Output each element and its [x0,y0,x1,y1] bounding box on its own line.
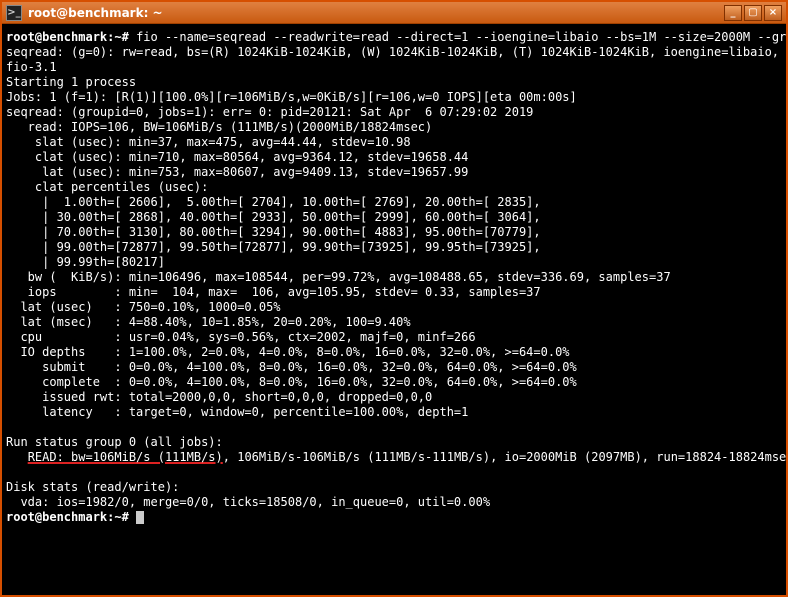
output-line: vda: ios=1982/0, merge=0/0, ticks=18508/… [6,495,490,509]
output-line: Starting 1 process [6,75,136,89]
output-line: lat (msec) : 4=88.40%, 10=1.85%, 20=0.20… [6,315,411,329]
minimize-button[interactable]: _ [724,5,742,21]
output-line: lat (usec): min=753, max=80607, avg=9409… [6,165,468,179]
output-line: Disk stats (read/write): [6,480,179,494]
output-line: submit : 0=0.0%, 4=100.0%, 8=0.0%, 16=0.… [6,360,577,374]
output-line: | 99.00th=[72877], 99.50th=[72877], 99.9… [6,240,541,254]
output-line: | 1.00th=[ 2606], 5.00th=[ 2704], 10.00t… [6,195,541,209]
output-line: | 70.00th=[ 3130], 80.00th=[ 3294], 90.0… [6,225,541,239]
output-line: iops : min= 104, max= 106, avg=105.95, s… [6,285,541,299]
output-line: issued rwt: total=2000,0,0, short=0,0,0,… [6,390,432,404]
output-line: , 106MiB/s-106MiB/s (111MB/s-111MB/s), i… [223,450,786,464]
output-line: seqread: (groupid=0, jobs=1): err= 0: pi… [6,105,533,119]
output-line: slat (usec): min=37, max=475, avg=44.44,… [6,135,411,149]
output-line: | 30.00th=[ 2868], 40.00th=[ 2933], 50.0… [6,210,541,224]
titlebar[interactable]: >_ root@benchmark: ~ _ ▢ × [2,2,786,24]
close-icon: × [769,7,777,18]
output-line: clat (usec): min=710, max=80564, avg=936… [6,150,468,164]
output-line: lat (usec) : 750=0.10%, 1000=0.05% [6,300,281,314]
shell-prompt: root@benchmark:~# [6,510,129,524]
output-line: bw ( KiB/s): min=106496, max=108544, per… [6,270,671,284]
shell-prompt: root@benchmark:~# [6,30,129,44]
terminal-window: >_ root@benchmark: ~ _ ▢ × root@benchmar… [0,0,788,597]
command-text: fio --name=seqread --readwrite=read --di… [136,30,786,44]
terminal-output[interactable]: root@benchmark:~# fio --name=seqread --r… [2,24,786,595]
output-line: read: IOPS=106, BW=106MiB/s (111MB/s)(20… [6,120,432,134]
output-line: seqread: (g=0): rw=read, bs=(R) 1024KiB-… [6,45,786,59]
output-line: | 99.99th=[80217] [6,255,165,269]
output-line: Jobs: 1 (f=1): [R(1)][100.0%][r=106MiB/s… [6,90,577,104]
window-controls: _ ▢ × [724,5,782,21]
output-line: IO depths : 1=100.0%, 2=0.0%, 4=0.0%, 8=… [6,345,570,359]
output-line: latency : target=0, window=0, percentile… [6,405,468,419]
window-title: root@benchmark: ~ [28,6,163,20]
close-button[interactable]: × [764,5,782,21]
output-line [6,450,28,464]
maximize-button[interactable]: ▢ [744,5,762,21]
cursor [136,511,144,524]
minimize-icon: _ [731,7,736,18]
output-line: fio-3.1 [6,60,57,74]
output-line: cpu : usr=0.04%, sys=0.56%, ctx=2002, ma… [6,330,476,344]
output-line: clat percentiles (usec): [6,180,208,194]
read-summary-highlight: READ: bw=106MiB/s (111MB/s) [28,450,223,464]
output-line: complete : 0=0.0%, 4=100.0%, 8=0.0%, 16=… [6,375,577,389]
output-line: Run status group 0 (all jobs): [6,435,223,449]
terminal-app-icon: >_ [6,5,22,21]
maximize-icon: ▢ [748,7,757,18]
